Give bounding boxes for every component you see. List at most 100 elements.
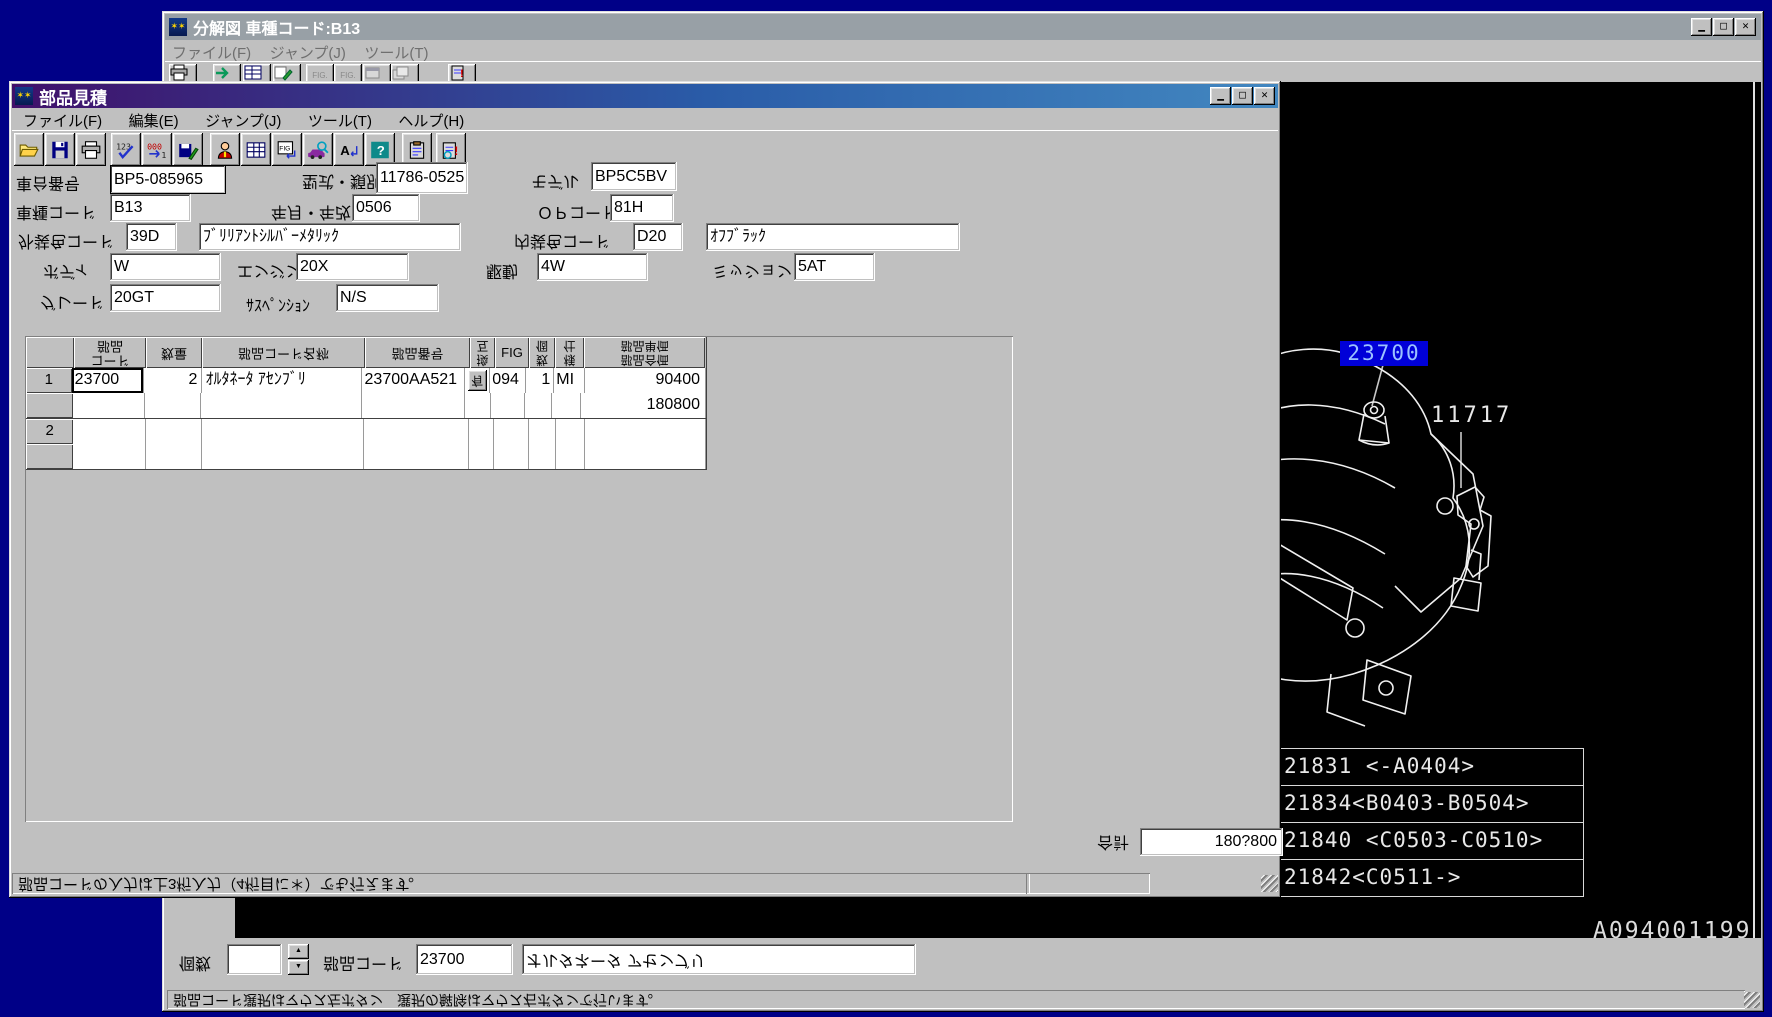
cell-part-number[interactable]: 23700AA521 bbox=[362, 368, 466, 393]
bg-window-titlebar[interactable]: ✶✶ 分解図 車種コード:B13 ▁ □ ✕ bbox=[165, 14, 1761, 40]
cell-blank bbox=[202, 444, 364, 469]
op-code-field[interactable]: 81H bbox=[610, 194, 674, 222]
cell-blank bbox=[465, 393, 491, 418]
fw-minimize-button[interactable]: ▁ bbox=[1210, 87, 1231, 105]
part-name-field[interactable]: オルタネータ アセンブリ bbox=[522, 944, 916, 975]
range-row[interactable]: 21831 <-A0404> bbox=[1281, 749, 1583, 785]
fw-resize-grip[interactable] bbox=[1261, 875, 1278, 892]
cell-blank bbox=[491, 393, 525, 418]
cell-total-price[interactable]: 180800 bbox=[581, 393, 706, 418]
cell-part-code[interactable]: 23700 bbox=[72, 368, 145, 393]
exterior-color-name-field[interactable]: ﾌﾞﾘﾘｱﾝﾄｼﾙﾊﾞｰﾒﾀﾘｯｸ bbox=[199, 223, 461, 251]
quantity-input[interactable] bbox=[227, 944, 282, 975]
table-row: 2 bbox=[26, 419, 706, 444]
save-button[interactable] bbox=[45, 133, 75, 166]
cell-blank bbox=[529, 444, 556, 469]
bg-print-button[interactable] bbox=[169, 64, 197, 81]
part-code-input[interactable]: 23700 bbox=[416, 944, 513, 975]
transmission-field[interactable]: 5AT bbox=[794, 253, 875, 281]
suspension-field[interactable]: N/S bbox=[336, 284, 439, 312]
vehicle-code-label: 車種コード bbox=[16, 202, 96, 226]
fw-close-button[interactable]: ✕ bbox=[1254, 87, 1275, 105]
table-row: 180800 bbox=[26, 393, 706, 419]
model-field[interactable]: BP5C5BV bbox=[591, 162, 677, 191]
bg-toolbar: FIG. FIG. ! bbox=[165, 61, 1761, 81]
body-label: ボディ bbox=[43, 261, 90, 285]
row-number[interactable]: 2 bbox=[26, 419, 73, 444]
bg-fig-grid-button[interactable] bbox=[243, 64, 271, 81]
cell-blank bbox=[525, 393, 552, 418]
vehicle-code-field[interactable]: B13 bbox=[110, 194, 191, 222]
cell-fig[interactable]: 094 bbox=[490, 368, 525, 393]
cell-part-code[interactable] bbox=[73, 419, 145, 444]
bg-resize-grip[interactable] bbox=[1744, 992, 1760, 1008]
row-number[interactable] bbox=[26, 393, 73, 418]
transmission-label: ミッション bbox=[712, 261, 792, 285]
cell-blank bbox=[585, 419, 706, 444]
col-fig: FIG bbox=[495, 337, 529, 368]
stepper-down-button[interactable]: ▼ bbox=[288, 960, 309, 975]
customer-button[interactable] bbox=[210, 133, 240, 166]
total-label: 合計 bbox=[1097, 832, 1129, 856]
bg-fig2-button[interactable]: FIG. bbox=[334, 64, 362, 81]
cell-unit-price[interactable]: 90400 bbox=[585, 368, 706, 393]
bg-status-text: 部品コード選択はマウス左ボタン 選択の解除はマウス右ボタンで行います。 bbox=[167, 990, 1745, 1009]
cell-blank bbox=[556, 419, 586, 444]
fw-title: 部品見積 bbox=[39, 84, 107, 109]
col-price: 部品単価部品合価 bbox=[584, 337, 705, 368]
cell-qty[interactable]: 2 bbox=[144, 368, 202, 393]
compat-button[interactable]: 有 bbox=[468, 370, 487, 391]
fw-titlebar[interactable]: ✶✶ 部品見積 ▁ □ ✕ bbox=[12, 84, 1278, 108]
cell-count[interactable]: 1 bbox=[526, 368, 555, 393]
renumber-000-button[interactable]: 0001 bbox=[142, 133, 172, 166]
range-row[interactable]: 21840 <C0503-C0510> bbox=[1281, 822, 1583, 859]
stepper-up-button[interactable]: ▲ bbox=[288, 944, 309, 959]
fig-jump-button[interactable]: FIG bbox=[272, 133, 302, 166]
bg-maximize-button[interactable]: □ bbox=[1713, 18, 1734, 36]
diagram-part-label[interactable]: 11717 bbox=[1431, 403, 1512, 428]
interior-color-code-field[interactable]: D20 bbox=[633, 223, 683, 251]
font-return-button[interactable]: A bbox=[334, 133, 364, 166]
bg-jump-button[interactable] bbox=[213, 64, 241, 81]
parts-estimate-window: ✶✶ 部品見積 ▁ □ ✕ ファイル(F) 編集(E) ジャンプ(J) ツール(… bbox=[9, 81, 1281, 898]
bg-window2-button[interactable] bbox=[391, 64, 419, 81]
fw-status-text: 部品コードの入力は上3桁入力（4桁目に＊）でも行えます。 bbox=[12, 873, 1030, 894]
row-number[interactable]: 1 bbox=[26, 368, 72, 393]
bg-fig1-button[interactable]: FIG. bbox=[306, 64, 334, 81]
suspension-label: ｻｽﾍﾟﾝｼｮﾝ bbox=[246, 292, 310, 316]
cell-spec[interactable]: MI bbox=[554, 368, 585, 393]
print-button[interactable] bbox=[76, 133, 106, 166]
bg-window1-button[interactable] bbox=[363, 64, 391, 81]
table-row bbox=[26, 444, 706, 469]
bg-estimate-alert-button[interactable]: ! bbox=[448, 64, 476, 81]
range-row[interactable]: 21842<C0511-> bbox=[1281, 859, 1583, 896]
engine-field[interactable]: 20X bbox=[296, 253, 409, 281]
diagram-part-label-selected[interactable]: 23700 bbox=[1340, 341, 1428, 366]
bg-bottom-bar: 個数 ▲ ▼ 部品コード 23700 オルタネータ アセンブリ bbox=[165, 938, 1761, 990]
row-number[interactable] bbox=[26, 444, 73, 469]
cell-part-name[interactable]: ｵﾙﾀﾈｰﾀ ｱｾﾝﾌﾞﾘ bbox=[202, 368, 361, 393]
year-month-field[interactable]: 0506 bbox=[352, 194, 420, 222]
col-rowno bbox=[26, 337, 74, 368]
interior-color-name-field[interactable]: ｵﾌﾌﾞﾗｯｸ bbox=[706, 223, 960, 251]
range-row[interactable]: 21834<B0403-B0504> bbox=[1281, 785, 1583, 822]
bg-minimize-button[interactable]: ▁ bbox=[1691, 18, 1712, 36]
type-class-label: 型式・類別 bbox=[302, 171, 382, 195]
col-spec: 仕様 bbox=[555, 337, 584, 368]
fw-status-bar: 部品コードの入力は上3桁入力（4桁目に＊）でも行えます。 bbox=[12, 872, 1278, 895]
open-button[interactable] bbox=[14, 133, 44, 166]
body-field[interactable]: W bbox=[110, 253, 221, 281]
fw-maximize-button[interactable]: □ bbox=[1232, 87, 1253, 105]
chassis-field[interactable]: BP5-085965 bbox=[110, 165, 226, 194]
bg-close-button[interactable]: ✕ bbox=[1735, 18, 1756, 36]
grid-button[interactable] bbox=[241, 133, 271, 166]
cell-blank bbox=[73, 444, 145, 469]
bg-fig-edit-button[interactable] bbox=[273, 64, 301, 81]
vehicle-search-button[interactable] bbox=[303, 133, 333, 166]
save-edit-button[interactable] bbox=[173, 133, 203, 166]
grade-field[interactable]: 20GT bbox=[110, 284, 221, 312]
drive-field[interactable]: 4W bbox=[537, 253, 648, 281]
type-class-field[interactable]: 11786-0525 bbox=[376, 162, 468, 194]
check-123-button[interactable]: 123 bbox=[111, 133, 141, 166]
exterior-color-code-field[interactable]: 39D bbox=[126, 223, 177, 251]
